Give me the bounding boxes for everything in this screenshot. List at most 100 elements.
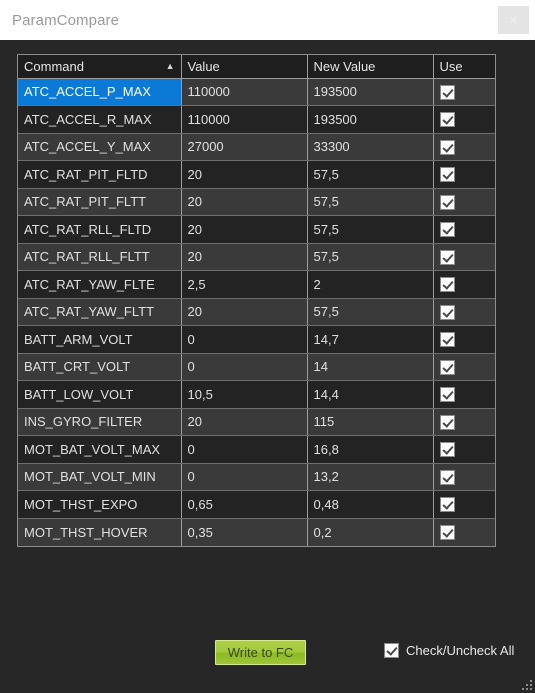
cell-command[interactable]: MOT_THST_EXPO [18, 490, 182, 519]
cell-use[interactable] [433, 78, 495, 106]
use-checkbox[interactable] [439, 469, 455, 485]
use-checkbox[interactable] [439, 359, 455, 375]
use-checkbox[interactable] [439, 249, 455, 265]
table-row[interactable]: BATT_ARM_VOLT 0 14,7 [18, 325, 495, 354]
cell-use[interactable] [433, 298, 495, 326]
cell-new-value[interactable]: 115 [307, 408, 434, 436]
cell-use[interactable] [433, 518, 495, 546]
cell-value[interactable]: 110000 [181, 78, 308, 106]
cell-value[interactable]: 0,65 [181, 490, 308, 519]
cell-use[interactable] [433, 188, 495, 216]
table-row[interactable]: MOT_BAT_VOLT_MAX 0 16,8 [18, 435, 495, 464]
cell-value[interactable]: 20 [181, 188, 308, 216]
cell-new-value[interactable]: 0,2 [307, 518, 434, 546]
cell-use[interactable] [433, 105, 495, 134]
use-checkbox[interactable] [439, 167, 455, 183]
use-checkbox[interactable] [439, 387, 455, 403]
cell-value[interactable]: 27000 [181, 133, 308, 161]
cell-new-value[interactable]: 57,5 [307, 243, 434, 271]
cell-new-value[interactable]: 13,2 [307, 463, 434, 491]
cell-use[interactable] [433, 463, 495, 491]
cell-new-value[interactable]: 33300 [307, 133, 434, 161]
table-row[interactable]: ATC_ACCEL_P_MAX 110000 193500 [18, 78, 495, 106]
check-uncheck-all-checkbox[interactable] [384, 643, 399, 658]
cell-new-value[interactable]: 14,4 [307, 380, 434, 409]
use-checkbox[interactable] [439, 84, 455, 100]
cell-command[interactable]: MOT_THST_HOVER [18, 518, 182, 546]
table-row[interactable]: MOT_THST_EXPO 0,65 0,48 [18, 490, 495, 519]
table-row[interactable]: ATC_RAT_PIT_FLTT 20 57,5 [18, 188, 495, 216]
cell-command[interactable]: ATC_ACCEL_R_MAX [18, 105, 182, 134]
cell-command[interactable]: ATC_RAT_PIT_FLTD [18, 160, 182, 189]
cell-value[interactable]: 2,5 [181, 270, 308, 299]
cell-value[interactable]: 20 [181, 243, 308, 271]
column-header-new-value[interactable]: New Value [307, 55, 434, 79]
use-checkbox[interactable] [439, 277, 455, 293]
table-row[interactable]: ATC_RAT_YAW_FLTT 20 57,5 [18, 298, 495, 326]
cell-new-value[interactable]: 16,8 [307, 435, 434, 464]
column-header-command[interactable]: Command ▲ [18, 55, 182, 79]
table-row[interactable]: ATC_RAT_PIT_FLTD 20 57,5 [18, 160, 495, 189]
resize-grip[interactable] [519, 677, 532, 690]
cell-value[interactable]: 0 [181, 325, 308, 354]
cell-use[interactable] [433, 133, 495, 161]
cell-use[interactable] [433, 160, 495, 189]
cell-command[interactable]: ATC_ACCEL_Y_MAX [18, 133, 182, 161]
table-row[interactable]: BATT_LOW_VOLT 10,5 14,4 [18, 380, 495, 409]
use-checkbox[interactable] [439, 194, 455, 210]
use-checkbox[interactable] [439, 525, 455, 541]
cell-use[interactable] [433, 270, 495, 299]
cell-command[interactable]: ATC_RAT_RLL_FLTD [18, 215, 182, 244]
cell-value[interactable]: 20 [181, 408, 308, 436]
use-checkbox[interactable] [439, 497, 455, 513]
cell-value[interactable]: 20 [181, 215, 308, 244]
table-row[interactable]: ATC_ACCEL_Y_MAX 27000 33300 [18, 133, 495, 161]
cell-new-value[interactable]: 193500 [307, 78, 434, 106]
cell-value[interactable]: 110000 [181, 105, 308, 134]
write-to-fc-button[interactable]: Write to FC [215, 640, 306, 665]
cell-command[interactable]: ATC_RAT_YAW_FLTE [18, 270, 182, 299]
cell-use[interactable] [433, 243, 495, 271]
cell-value[interactable]: 0 [181, 435, 308, 464]
close-button[interactable]: × [498, 6, 529, 34]
cell-value[interactable]: 20 [181, 160, 308, 189]
cell-new-value[interactable]: 2 [307, 270, 434, 299]
cell-command[interactable]: BATT_ARM_VOLT [18, 325, 182, 354]
cell-new-value[interactable]: 14 [307, 353, 434, 381]
table-row[interactable]: ATC_RAT_RLL_FLTT 20 57,5 [18, 243, 495, 271]
use-checkbox[interactable] [439, 112, 455, 128]
cell-value[interactable]: 0 [181, 353, 308, 381]
use-checkbox[interactable] [439, 304, 455, 320]
table-row[interactable]: INS_GYRO_FILTER 20 115 [18, 408, 495, 436]
cell-value[interactable]: 0 [181, 463, 308, 491]
table-row[interactable]: BATT_CRT_VOLT 0 14 [18, 353, 495, 381]
cell-new-value[interactable]: 193500 [307, 105, 434, 134]
use-checkbox[interactable] [439, 139, 455, 155]
cell-command[interactable]: ATC_RAT_PIT_FLTT [18, 188, 182, 216]
use-checkbox[interactable] [439, 332, 455, 348]
cell-command[interactable]: BATT_LOW_VOLT [18, 380, 182, 409]
table-row[interactable]: MOT_BAT_VOLT_MIN 0 13,2 [18, 463, 495, 491]
cell-new-value[interactable]: 57,5 [307, 298, 434, 326]
cell-value[interactable]: 20 [181, 298, 308, 326]
cell-command[interactable]: BATT_CRT_VOLT [18, 353, 182, 381]
cell-use[interactable] [433, 325, 495, 354]
use-checkbox[interactable] [439, 414, 455, 430]
cell-new-value[interactable]: 57,5 [307, 215, 434, 244]
cell-command[interactable]: MOT_BAT_VOLT_MIN [18, 463, 182, 491]
table-row[interactable]: ATC_RAT_RLL_FLTD 20 57,5 [18, 215, 495, 244]
cell-new-value[interactable]: 0,48 [307, 490, 434, 519]
column-header-use[interactable]: Use [433, 55, 495, 79]
use-checkbox[interactable] [439, 222, 455, 238]
cell-command[interactable]: MOT_BAT_VOLT_MAX [18, 435, 182, 464]
use-checkbox[interactable] [439, 442, 455, 458]
cell-use[interactable] [433, 353, 495, 381]
column-header-value[interactable]: Value [181, 55, 308, 79]
cell-command[interactable]: ATC_RAT_YAW_FLTT [18, 298, 182, 326]
cell-command[interactable]: ATC_RAT_RLL_FLTT [18, 243, 182, 271]
cell-value[interactable]: 10,5 [181, 380, 308, 409]
cell-command[interactable]: INS_GYRO_FILTER [18, 408, 182, 436]
cell-new-value[interactable]: 57,5 [307, 160, 434, 189]
cell-use[interactable] [433, 408, 495, 436]
cell-use[interactable] [433, 490, 495, 519]
